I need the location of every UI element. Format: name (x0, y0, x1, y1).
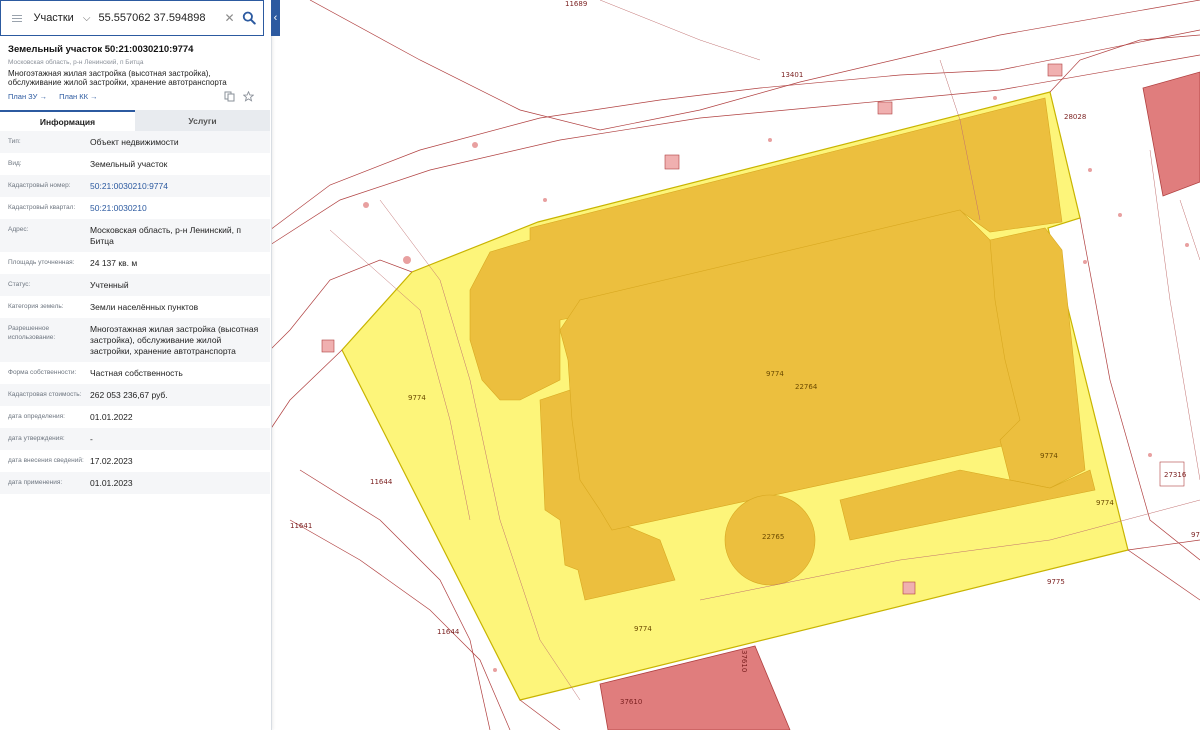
info-value: 01.01.2023 (90, 478, 133, 488)
info-label: Категория земель: (8, 303, 64, 310)
parcel-description: Многоэтажная жилая застройка (высотная з… (8, 69, 227, 87)
info-row-date-determined: дата определения: 01.01.2022 (0, 406, 270, 428)
tab-services[interactable]: Услуги (135, 110, 270, 131)
info-value: 17.02.2023 (90, 456, 133, 466)
map-label: 27316 (1164, 471, 1187, 479)
map-label: 9774 (408, 394, 426, 402)
info-label: Форма собственности: (8, 369, 77, 376)
info-label: дата применения: (8, 479, 63, 486)
info-row-kind: Вид: Земельный участок (0, 153, 270, 175)
tab-information[interactable]: Информация (0, 110, 135, 131)
collapse-left-icon[interactable]: ‹ (271, 0, 280, 36)
clear-icon[interactable]: ✕ (224, 11, 234, 25)
search-bar: Участки ⌵ ✕ (0, 0, 264, 36)
info-row-cadastral-number: Кадастровый номер: 50:21:0030210:9774 (0, 175, 270, 197)
info-value: Учтенный (90, 280, 129, 290)
map-label: 28028 (1064, 113, 1087, 121)
cadastral-number-link[interactable]: 50:21:0030210:9774 (90, 181, 270, 192)
parcel-address-short: Московская область, р-н Ленинский, п Бит… (8, 59, 144, 66)
cadastral-quarter-link[interactable]: 50:21:0030210 (90, 203, 270, 214)
info-label: Тип: (8, 138, 21, 145)
info-label: Статус: (8, 281, 31, 288)
map-label: 37610 (620, 698, 643, 706)
parcel-header: Земельный участок 50:21:0030210:9774 Мос… (0, 38, 270, 104)
info-row-date-approved: дата утверждения: - (0, 428, 270, 450)
info-row-land-category: Категория земель: Земли населённых пункт… (0, 296, 270, 318)
info-row-cadastral-quarter: Кадастровый квартал: 50:21:0030210 (0, 197, 270, 219)
info-value: Многоэтажная жилая застройка (высотная з… (90, 324, 259, 356)
info-row-cadastral-value: Кадастровая стоимость: 262 053 236,67 ру… (0, 384, 270, 406)
map-label: 11644 (437, 628, 460, 636)
info-label: Разрешенное использование: (8, 325, 56, 341)
map-label: 11641 (290, 522, 313, 530)
info-value: 262 053 236,67 руб. (90, 390, 168, 400)
map-label: 22765 (762, 533, 785, 541)
map-label: 9774 (766, 370, 784, 378)
layer-select[interactable]: Участки (33, 12, 82, 24)
info-value: Частная собственность (90, 368, 183, 378)
map-label: 22764 (795, 383, 818, 391)
chevron-down-icon[interactable]: ⌵ (83, 13, 91, 24)
info-label: Кадастровая стоимость: (8, 391, 82, 398)
info-row-address: Адрес: Московская область, р-н Ленинский… (0, 219, 270, 252)
map-label: 9775 (1047, 578, 1065, 586)
info-value: Московская область, р-н Ленинский, п Бит… (90, 225, 242, 246)
info-label: Кадастровый номер: (8, 182, 71, 189)
info-label: Адрес: (8, 226, 29, 233)
star-icon[interactable] (243, 91, 254, 102)
info-value: Земли населённых пунктов (90, 302, 199, 312)
copy-icon[interactable] (224, 91, 235, 102)
search-icon[interactable] (241, 9, 257, 27)
info-value: Земельный участок (90, 159, 168, 169)
info-value: 24 137 кв. м (90, 258, 138, 268)
info-label: дата определения: (8, 413, 65, 420)
map-label: 9774 (634, 625, 652, 633)
map-label: 9774 (1040, 452, 1058, 460)
info-label: Вид: (8, 160, 22, 167)
plan-kk-link[interactable]: План КК → (59, 92, 98, 101)
info-table: Тип: Объект недвижимости Вид: Земельный … (0, 131, 270, 494)
info-row-permitted-use: Разрешенное использование: Многоэтажная … (0, 318, 270, 362)
plan-zu-link[interactable]: План ЗУ → (8, 92, 47, 101)
map-label: 97 (1191, 531, 1200, 539)
page-title: Земельный участок 50:21:0030210:9774 (8, 44, 194, 55)
info-row-area: Площадь уточненная: 24 137 кв. м (0, 252, 270, 274)
info-row-status: Статус: Учтенный (0, 274, 270, 296)
map-label: 9774 (1096, 499, 1114, 507)
info-row-ownership: Форма собственности: Частная собственнос… (0, 362, 270, 384)
search-input[interactable] (98, 12, 219, 24)
map-label: 11689 (565, 0, 588, 8)
info-row-type: Тип: Объект недвижимости (0, 131, 270, 153)
map-label: 13401 (781, 71, 804, 79)
map-label: 37610 (740, 650, 748, 673)
info-panel: Участки ⌵ ✕ Земельный участок 50:21:0030… (0, 0, 272, 730)
info-value: - (90, 434, 93, 444)
info-label: Кадастровый квартал: (8, 204, 76, 211)
menu-icon[interactable] (1, 14, 25, 22)
info-row-date-entered: дата внесения сведений: 17.02.2023 (0, 450, 270, 472)
info-value: 01.01.2022 (90, 412, 133, 422)
info-row-date-applied: дата применения: 01.01.2023 (0, 472, 270, 494)
info-label: Площадь уточненная: (8, 259, 75, 266)
tabs: Информация Услуги (0, 110, 270, 131)
plan-links: План ЗУ → План КК → (8, 91, 262, 104)
info-label: дата утверждения: (8, 435, 65, 442)
map-label: 11644 (370, 478, 393, 486)
info-label: дата внесения сведений: (8, 457, 84, 464)
info-value: Объект недвижимости (90, 137, 179, 147)
